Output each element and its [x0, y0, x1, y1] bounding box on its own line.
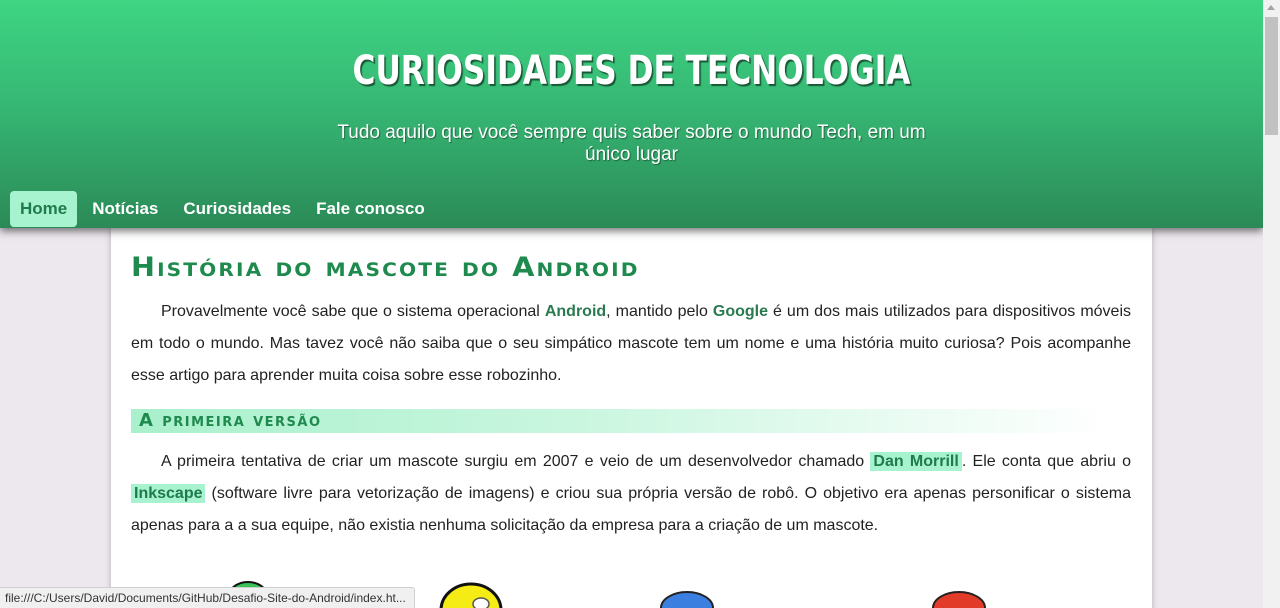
nav-item-curiosidades[interactable]: Curiosidades	[173, 191, 301, 227]
site-title: CURIOSIDADES DE TECNOLOGIA	[352, 48, 911, 94]
red-robot-image	[932, 591, 986, 608]
section-title: A primeira versão	[139, 410, 322, 431]
section-text-1: A primeira tentativa de criar um mascote…	[161, 453, 871, 470]
nav-item-noticias[interactable]: Notícias	[82, 191, 168, 227]
browser-status-bar: file:///C:/Users/David/Documents/GitHub/…	[0, 587, 415, 608]
dan-morrill-highlight: Dan Morrill	[870, 452, 962, 471]
google-keyword: Google	[712, 303, 768, 320]
article-content: História do mascote do Android Provavelm…	[111, 228, 1152, 608]
browser-viewport: CURIOSIDADES DE TECNOLOGIA Tudo aquilo q…	[0, 0, 1263, 608]
android-keyword: Android	[544, 303, 607, 320]
inkscape-highlight: Inkscape	[131, 484, 206, 503]
scrollbar-thumb[interactable]	[1265, 17, 1278, 135]
article-title: História do mascote do Android	[131, 252, 640, 283]
intro-text-1: Provavelmente você sabe que o sistema op…	[161, 303, 545, 320]
nav-item-fale-conosco[interactable]: Fale conosco	[306, 191, 435, 227]
nav-item-home[interactable]: Home	[10, 191, 78, 227]
scroll-up-arrow-icon[interactable]	[1267, 5, 1275, 10]
section-text-2: . Ele conta que abriu o	[961, 453, 1132, 470]
main-nav: Home Notícias Curiosidades Fale conosco	[10, 191, 440, 227]
section-paragraph: A primeira tentativa de criar um mascote…	[131, 446, 1131, 542]
intro-text-2: , mantido pelo	[606, 303, 713, 320]
intro-paragraph: Provavelmente você sabe que o sistema op…	[131, 296, 1131, 392]
site-subtitle: Tudo aquilo que você sempre quis saber s…	[337, 122, 926, 165]
vertical-scrollbar[interactable]	[1263, 0, 1280, 608]
section-heading-bar: A primeira versão	[131, 409, 1111, 433]
section-text-3: (software livre para vetorização de imag…	[131, 485, 1131, 534]
blue-robot-image	[660, 591, 714, 608]
site-header: CURIOSIDADES DE TECNOLOGIA Tudo aquilo q…	[0, 0, 1263, 228]
yellow-robot-image	[439, 582, 503, 608]
